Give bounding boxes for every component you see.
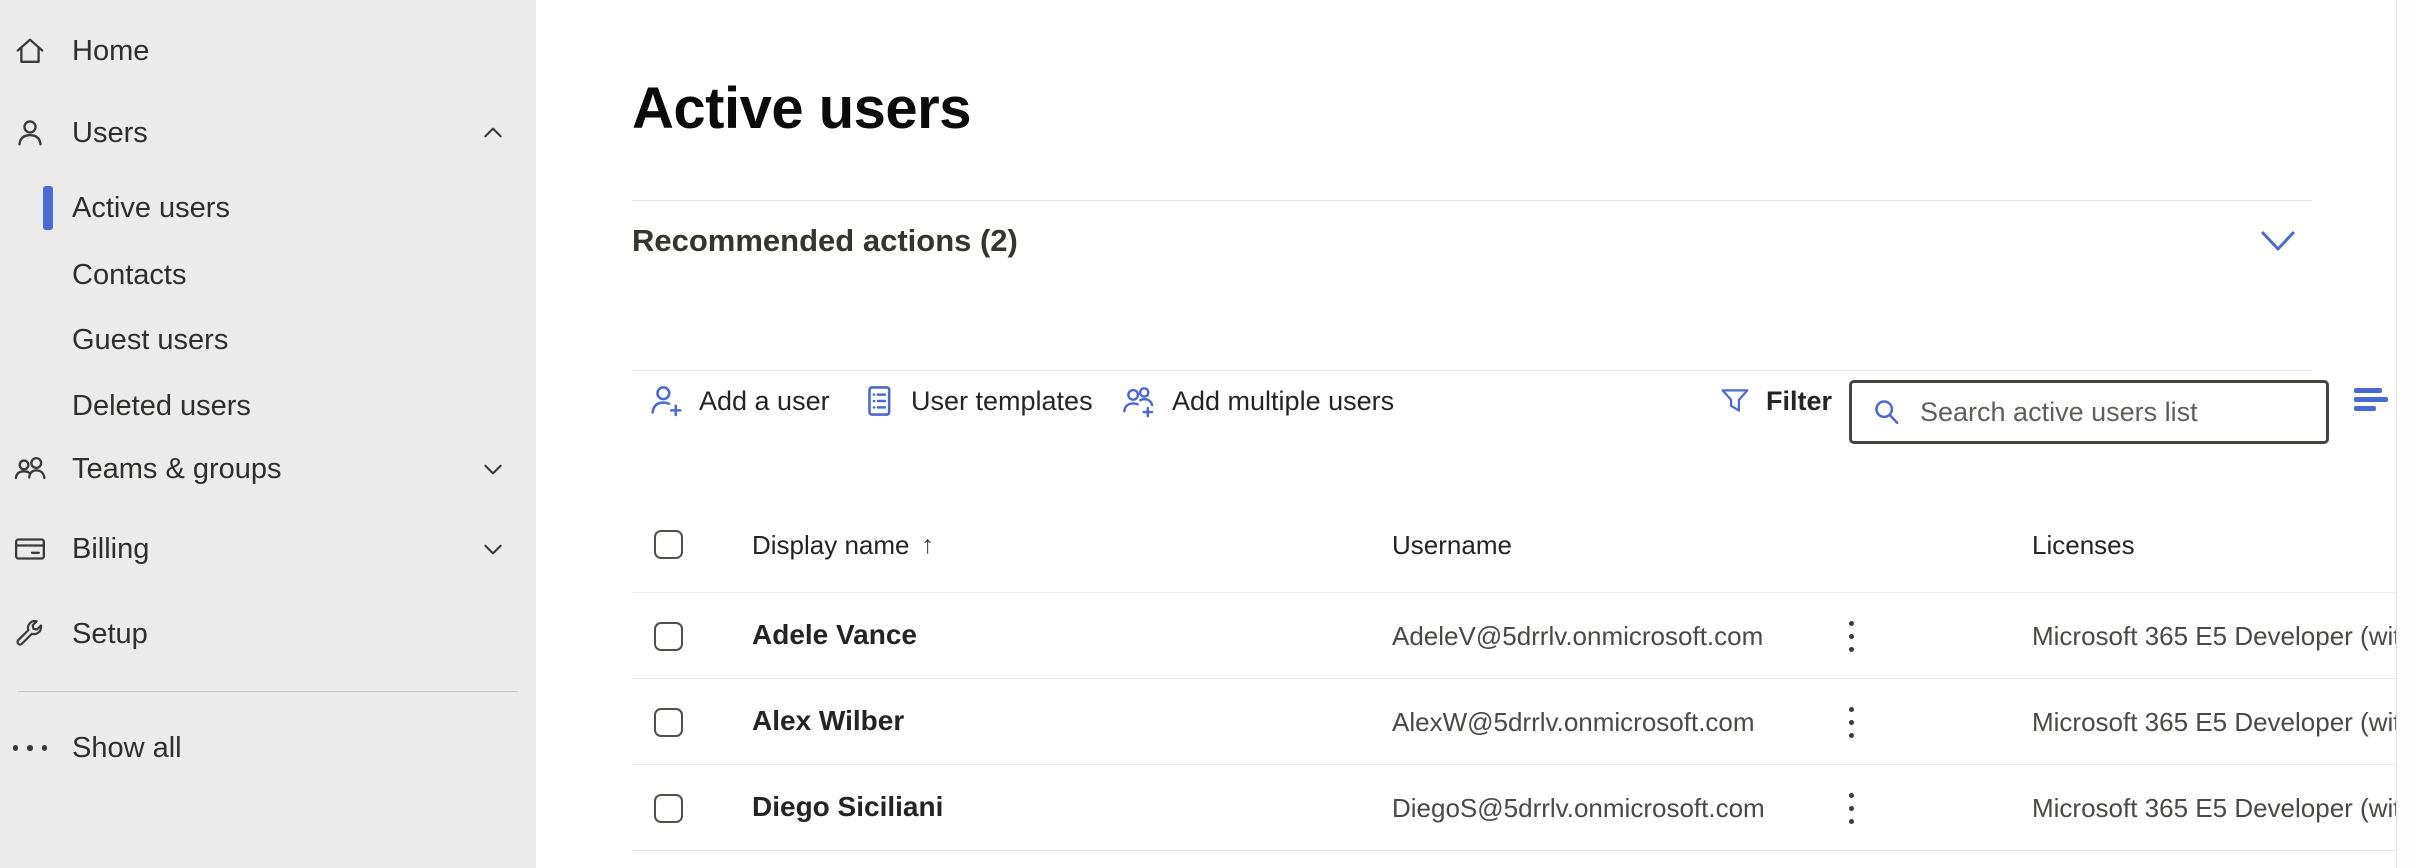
licenses-cell: Microsoft 365 E5 Developer (withou xyxy=(2032,707,2396,738)
chevron-up-icon[interactable] xyxy=(480,120,506,146)
people-add-icon xyxy=(1119,381,1159,421)
row-checkbox[interactable] xyxy=(654,622,683,651)
sidebar-item-setup[interactable]: Setup xyxy=(0,605,536,663)
sidebar-item-contacts[interactable]: Contacts xyxy=(0,246,536,304)
row-checkbox[interactable] xyxy=(654,708,683,737)
sidebar-item-teams-groups[interactable]: Teams & groups xyxy=(0,440,536,498)
recommended-actions-heading: Recommended actions (2) xyxy=(632,223,1018,259)
sidebar-item-users[interactable]: Users xyxy=(0,104,536,162)
add-a-user-button[interactable]: Add a user xyxy=(646,372,830,430)
table-row[interactable]: Diego Siciliani DiegoS@5drrlv.onmicrosof… xyxy=(632,764,2412,851)
sidebar-item-label: Deleted users xyxy=(72,390,251,423)
sort-ascending-icon: ↑ xyxy=(922,531,935,560)
sidebar-item-billing[interactable]: Billing xyxy=(0,520,536,578)
display-name-cell[interactable]: Diego Siciliani xyxy=(752,791,943,823)
sidebar-item-label: Show all xyxy=(72,732,182,765)
template-list-icon xyxy=(860,382,898,420)
sidebar-divider xyxy=(18,691,518,692)
filter-funnel-icon xyxy=(1717,383,1753,419)
sidebar-item-label: Teams & groups xyxy=(72,453,282,486)
credit-card-icon xyxy=(8,527,52,571)
licenses-cell: Microsoft 365 E5 Developer (withou xyxy=(2032,793,2396,824)
sidebar-item-active-users[interactable]: Active users xyxy=(0,179,536,237)
sidebar-item-label: Billing xyxy=(72,533,149,566)
more-actions-icon[interactable] xyxy=(1836,614,1866,658)
user-templates-button[interactable]: User templates xyxy=(860,372,1093,430)
m365-admin-active-users-page: Home Users Active users Contacts Guest xyxy=(0,0,2412,868)
column-header-display-name[interactable]: Display name ↑ xyxy=(752,530,934,561)
search-input[interactable] xyxy=(1918,396,2292,429)
sidebar-item-deleted-users[interactable]: Deleted users xyxy=(0,377,536,435)
table-row[interactable]: Adele Vance AdeleV@5drrlv.onmicrosoft.co… xyxy=(632,592,2412,679)
sidebar-item-show-all[interactable]: Show all xyxy=(0,719,536,777)
more-actions-icon[interactable] xyxy=(1836,700,1866,744)
licenses-cell: Microsoft 365 E5 Developer (withou xyxy=(2032,621,2396,652)
column-label: Display name xyxy=(752,530,910,561)
page-title: Active users xyxy=(632,75,971,142)
table-row[interactable]: Alex Wilber AlexW@5drrlv.onmicrosoft.com… xyxy=(632,678,2412,765)
sidebar-item-home[interactable]: Home xyxy=(0,22,536,80)
column-header-licenses[interactable]: Licenses xyxy=(2032,530,2135,561)
sidebar-item-label: Contacts xyxy=(72,259,186,292)
recommended-actions-section: Recommended actions (2) xyxy=(632,214,2312,276)
more-actions-icon[interactable] xyxy=(1836,786,1866,830)
username-cell: AlexW@5drrlv.onmicrosoft.com xyxy=(1392,707,1755,738)
search-icon xyxy=(1870,395,1904,429)
section-divider xyxy=(632,370,2312,371)
display-name-cell[interactable]: Adele Vance xyxy=(752,619,917,651)
sidebar-item-label: Home xyxy=(72,35,149,68)
main-content: Active users Recommended actions (2) xyxy=(536,0,2412,868)
active-indicator-bar xyxy=(43,186,53,230)
column-header-username[interactable]: Username xyxy=(1392,530,1512,561)
person-icon xyxy=(8,111,52,155)
search-box xyxy=(1849,380,2329,444)
button-label: Filter xyxy=(1766,386,1832,417)
ellipsis-icon xyxy=(8,726,52,770)
sidebar-item-label: Setup xyxy=(72,618,148,651)
person-add-icon xyxy=(646,381,686,421)
sidebar-item-label: Active users xyxy=(72,192,230,225)
select-all-checkbox[interactable] xyxy=(654,530,683,559)
section-divider xyxy=(632,200,2312,201)
vertical-scrollbar[interactable] xyxy=(2396,0,2412,868)
button-label: Add a user xyxy=(699,386,830,417)
table-header-row: Display name ↑ Username Licenses xyxy=(632,500,2412,592)
button-label: Add multiple users xyxy=(1172,386,1394,417)
sidebar-item-label: Guest users xyxy=(72,324,228,357)
button-label: User templates xyxy=(911,386,1093,417)
home-icon xyxy=(8,29,52,73)
filter-button[interactable]: Filter xyxy=(1717,372,1832,430)
add-multiple-users-button[interactable]: Add multiple users xyxy=(1119,372,1394,430)
sidebar: Home Users Active users Contacts Guest xyxy=(0,0,536,868)
sidebar-item-label: Users xyxy=(72,117,148,150)
expand-chevron-down-icon[interactable] xyxy=(2258,228,2298,256)
sidebar-item-guest-users[interactable]: Guest users xyxy=(0,311,536,369)
row-checkbox[interactable] xyxy=(654,794,683,823)
command-bar: Add a user User templates xyxy=(632,372,2412,430)
display-name-cell[interactable]: Alex Wilber xyxy=(752,705,904,737)
chevron-down-icon[interactable] xyxy=(480,536,506,562)
username-cell: AdeleV@5drrlv.onmicrosoft.com xyxy=(1392,621,1763,652)
chevron-down-icon[interactable] xyxy=(480,456,506,482)
wrench-icon xyxy=(8,612,52,656)
username-cell: DiegoS@5drrlv.onmicrosoft.com xyxy=(1392,793,1765,824)
people-icon xyxy=(8,447,52,491)
